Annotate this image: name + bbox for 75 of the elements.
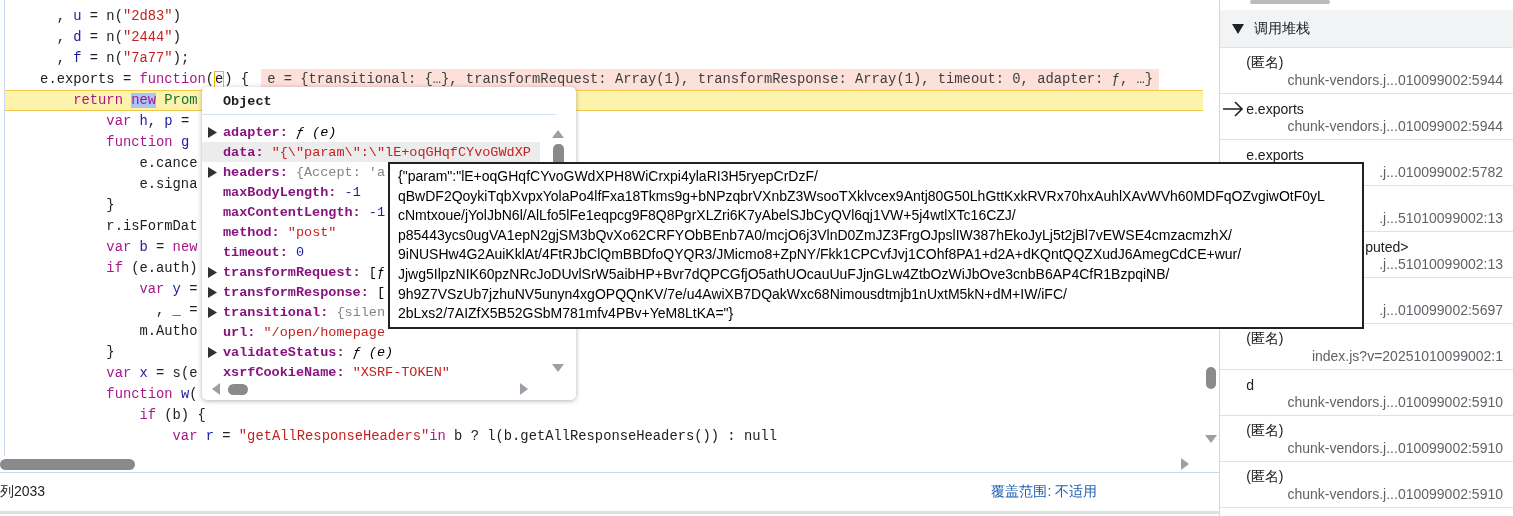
property-entry[interactable]: maxContentLength: -1 bbox=[223, 204, 386, 220]
section-header[interactable]: 调用堆栈 bbox=[1220, 10, 1513, 48]
frame-name[interactable]: e.exports bbox=[1246, 146, 1304, 163]
code-line: if (e.auth) bbox=[105, 260, 198, 278]
scroll-right-icon[interactable] bbox=[520, 383, 528, 395]
cursor-position: 列2033 bbox=[0, 483, 46, 501]
property-entry[interactable]: headers: {Accept: 'a bbox=[223, 164, 386, 180]
property-entry[interactable]: url: "/open/homepage bbox=[223, 324, 386, 340]
code-line: var x = s(e bbox=[105, 365, 198, 383]
code-line: , f = n("7a77"); bbox=[55, 50, 190, 68]
expand-icon[interactable] bbox=[208, 346, 217, 358]
property-entry[interactable]: adapter: ƒ (e) bbox=[223, 124, 337, 140]
scroll-down-icon[interactable] bbox=[1205, 435, 1218, 443]
frame-name[interactable]: (匿名) bbox=[1246, 421, 1284, 440]
code-line: if (b) { bbox=[138, 407, 206, 425]
frame-location[interactable]: .j...51010099002:13 bbox=[1379, 256, 1503, 272]
frame-name[interactable]: d bbox=[1246, 376, 1254, 393]
expand-icon[interactable] bbox=[208, 166, 217, 178]
property-entry[interactable]: xsrfCookieName: "XSRF-TOKEN" bbox=[223, 364, 450, 380]
code-line: e.cance bbox=[138, 155, 198, 173]
code-line: var h, p = bbox=[105, 113, 190, 131]
code-line: r.isFormDat bbox=[105, 218, 198, 236]
frame-location[interactable]: index.js?v=20251010099002:1 bbox=[1311, 348, 1503, 364]
expand-icon[interactable] bbox=[208, 286, 217, 298]
inline-value: e = {transitional: {…}, transformRequest: Array(1), transformResponse: Array(1), timeout: 0, adapter: ƒ, …} bbox=[261, 69, 1160, 90]
frame-name[interactable]: (匿名) bbox=[1246, 329, 1284, 348]
coverage-link[interactable]: 覆盖范围: 不适用 bbox=[991, 483, 1098, 501]
code-line: function g bbox=[105, 134, 190, 152]
code-line: } bbox=[105, 344, 115, 362]
popover-title: Object bbox=[202, 87, 556, 115]
hovered-row[interactable]: data: "{\"param\":\"lE+oqGHqfCYvoGWdXP bbox=[202, 142, 540, 162]
code-line: m.Autho bbox=[138, 323, 198, 341]
property-entry[interactable]: data: "{\"param\":\"lE+oqGHqfCYvoGWdXP bbox=[223, 144, 531, 160]
scroll-left-icon[interactable] bbox=[212, 383, 220, 395]
frame-location[interactable]: .j...010099002:5782 bbox=[1379, 164, 1503, 180]
scroll-right-icon[interactable] bbox=[1181, 458, 1190, 470]
code-line: , _ = bbox=[155, 302, 198, 320]
expand-icon[interactable] bbox=[208, 306, 217, 318]
property-entry[interactable]: method: "post" bbox=[223, 224, 337, 240]
code-line: } bbox=[105, 197, 115, 215]
frame-location[interactable]: chunk-vendors.j...010099002:5910 bbox=[1287, 394, 1503, 410]
scrollbar-thumb[interactable] bbox=[0, 458, 135, 470]
frame-location[interactable]: .j...51010099002:13 bbox=[1379, 210, 1503, 226]
code-line: var y = bbox=[138, 281, 198, 299]
frame-name[interactable]: (匿名) bbox=[1246, 53, 1284, 72]
code-line: var b = new bbox=[105, 239, 198, 257]
frame-location[interactable]: chunk-vendors.j...010099002:5944 bbox=[1287, 72, 1503, 88]
scroll-up-icon[interactable] bbox=[552, 130, 564, 138]
property-entry[interactable]: transformRequest: [ƒ bbox=[223, 264, 386, 280]
value-tooltip: {"param":"lE+oqGHqfCYvoGWdXPH8WiCrxpi4ylaRI3H5ryepCrDzF/ qBwDF2QoykiTqbXvpxYolaPo4lfFxa18Tkms9g+bNPzqbrVXnbZ3WsooTXklvcex9Antj80G50LhGttKxkRVRx70hxAuhlXAvWVh60MDFqOZvgiwOtF0yL cNmtxoue/jYolJbN6l/AlLfo5lFe1eqpcg9F8Q8PgrXLZri6K7yAbelSJbCyQVl6qj1VW+5j4wtlXTc16CZJ/ p85443ycs0ugVA1epN2gjSM3bQvXo62CRFYObBEnb7A0/mcjO6j3VlnD0ZmJZ3FrgOJpslIW387hEkoJyLj5t2jBl7vEWSE4cmzacmzhX/ 9iNUSHw4G2AuiKklAt/4FtRJbClQmBBDfoQYQR3/JMicmo8+ZpNY/Fkk1CPCvfJvj1COhf8PA1+d2A+dKQntQQZXudJ6AmegCdCE+wur/ Jjwg5IlpzNIK60pzNRcJoDUvlSrW5aibHP+Bvr7dQPCGfjO5athUOcauUuFJjnGLw4ZtbOzWiJbOve3cnbB6AP4CfR1BzpqiNB/ 9h9Z7VSzUb7jzhuNV5unyn4xgOPQQnKV/7e/u4AwiXB7DQakWxc68Nimousdtmjb1nUxtM5kN+dM+IW/iFC/ 2bLxs2/7AIZfX5B52GSbM781mfv4PBv+YeM8LtKA="} bbox=[388, 162, 1364, 329]
code-line: , d = n("2444") bbox=[55, 29, 181, 47]
expand-icon[interactable] bbox=[208, 126, 217, 138]
code-line: return new Prom bbox=[72, 92, 198, 110]
property-entry[interactable]: transformResponse: [ bbox=[223, 284, 386, 300]
property-entry[interactable]: transitional: {silen bbox=[223, 304, 386, 320]
scrollbar-thumb[interactable] bbox=[1206, 367, 1217, 389]
frame-name[interactable]: (匿名) bbox=[1246, 467, 1284, 486]
code-line: e.signa bbox=[138, 176, 198, 194]
scrollbar-thumb[interactable] bbox=[1250, 0, 1331, 4]
collapse-icon bbox=[1232, 23, 1245, 34]
property-entry[interactable]: timeout: 0 bbox=[223, 244, 305, 260]
code-line: function w( bbox=[105, 386, 198, 404]
frame-name[interactable]: e.exports bbox=[1246, 100, 1304, 117]
scrollbar-thumb[interactable] bbox=[228, 383, 248, 395]
frame-location[interactable]: .j...010099002:5697 bbox=[1379, 302, 1503, 318]
frame-location[interactable]: chunk-vendors.j...010099002:5944 bbox=[1287, 118, 1503, 134]
frame-name[interactable]: puted> bbox=[1365, 238, 1409, 255]
property-entry[interactable]: validateStatus: ƒ (e) bbox=[223, 344, 394, 360]
code-line: , u = n("2d83") bbox=[55, 8, 181, 26]
expand-icon[interactable] bbox=[208, 266, 217, 278]
scroll-down-icon[interactable] bbox=[552, 364, 564, 372]
code-line: var r = "getAllResponseHeaders"in b ? l(b.getAllResponseHeaders()) : null bbox=[171, 428, 778, 446]
property-entry[interactable]: maxBodyLength: -1 bbox=[223, 184, 361, 200]
frame-location[interactable]: chunk-vendors.j...010099002:5910 bbox=[1287, 486, 1503, 502]
frame-location[interactable]: chunk-vendors.j...010099002:5910 bbox=[1287, 440, 1503, 456]
